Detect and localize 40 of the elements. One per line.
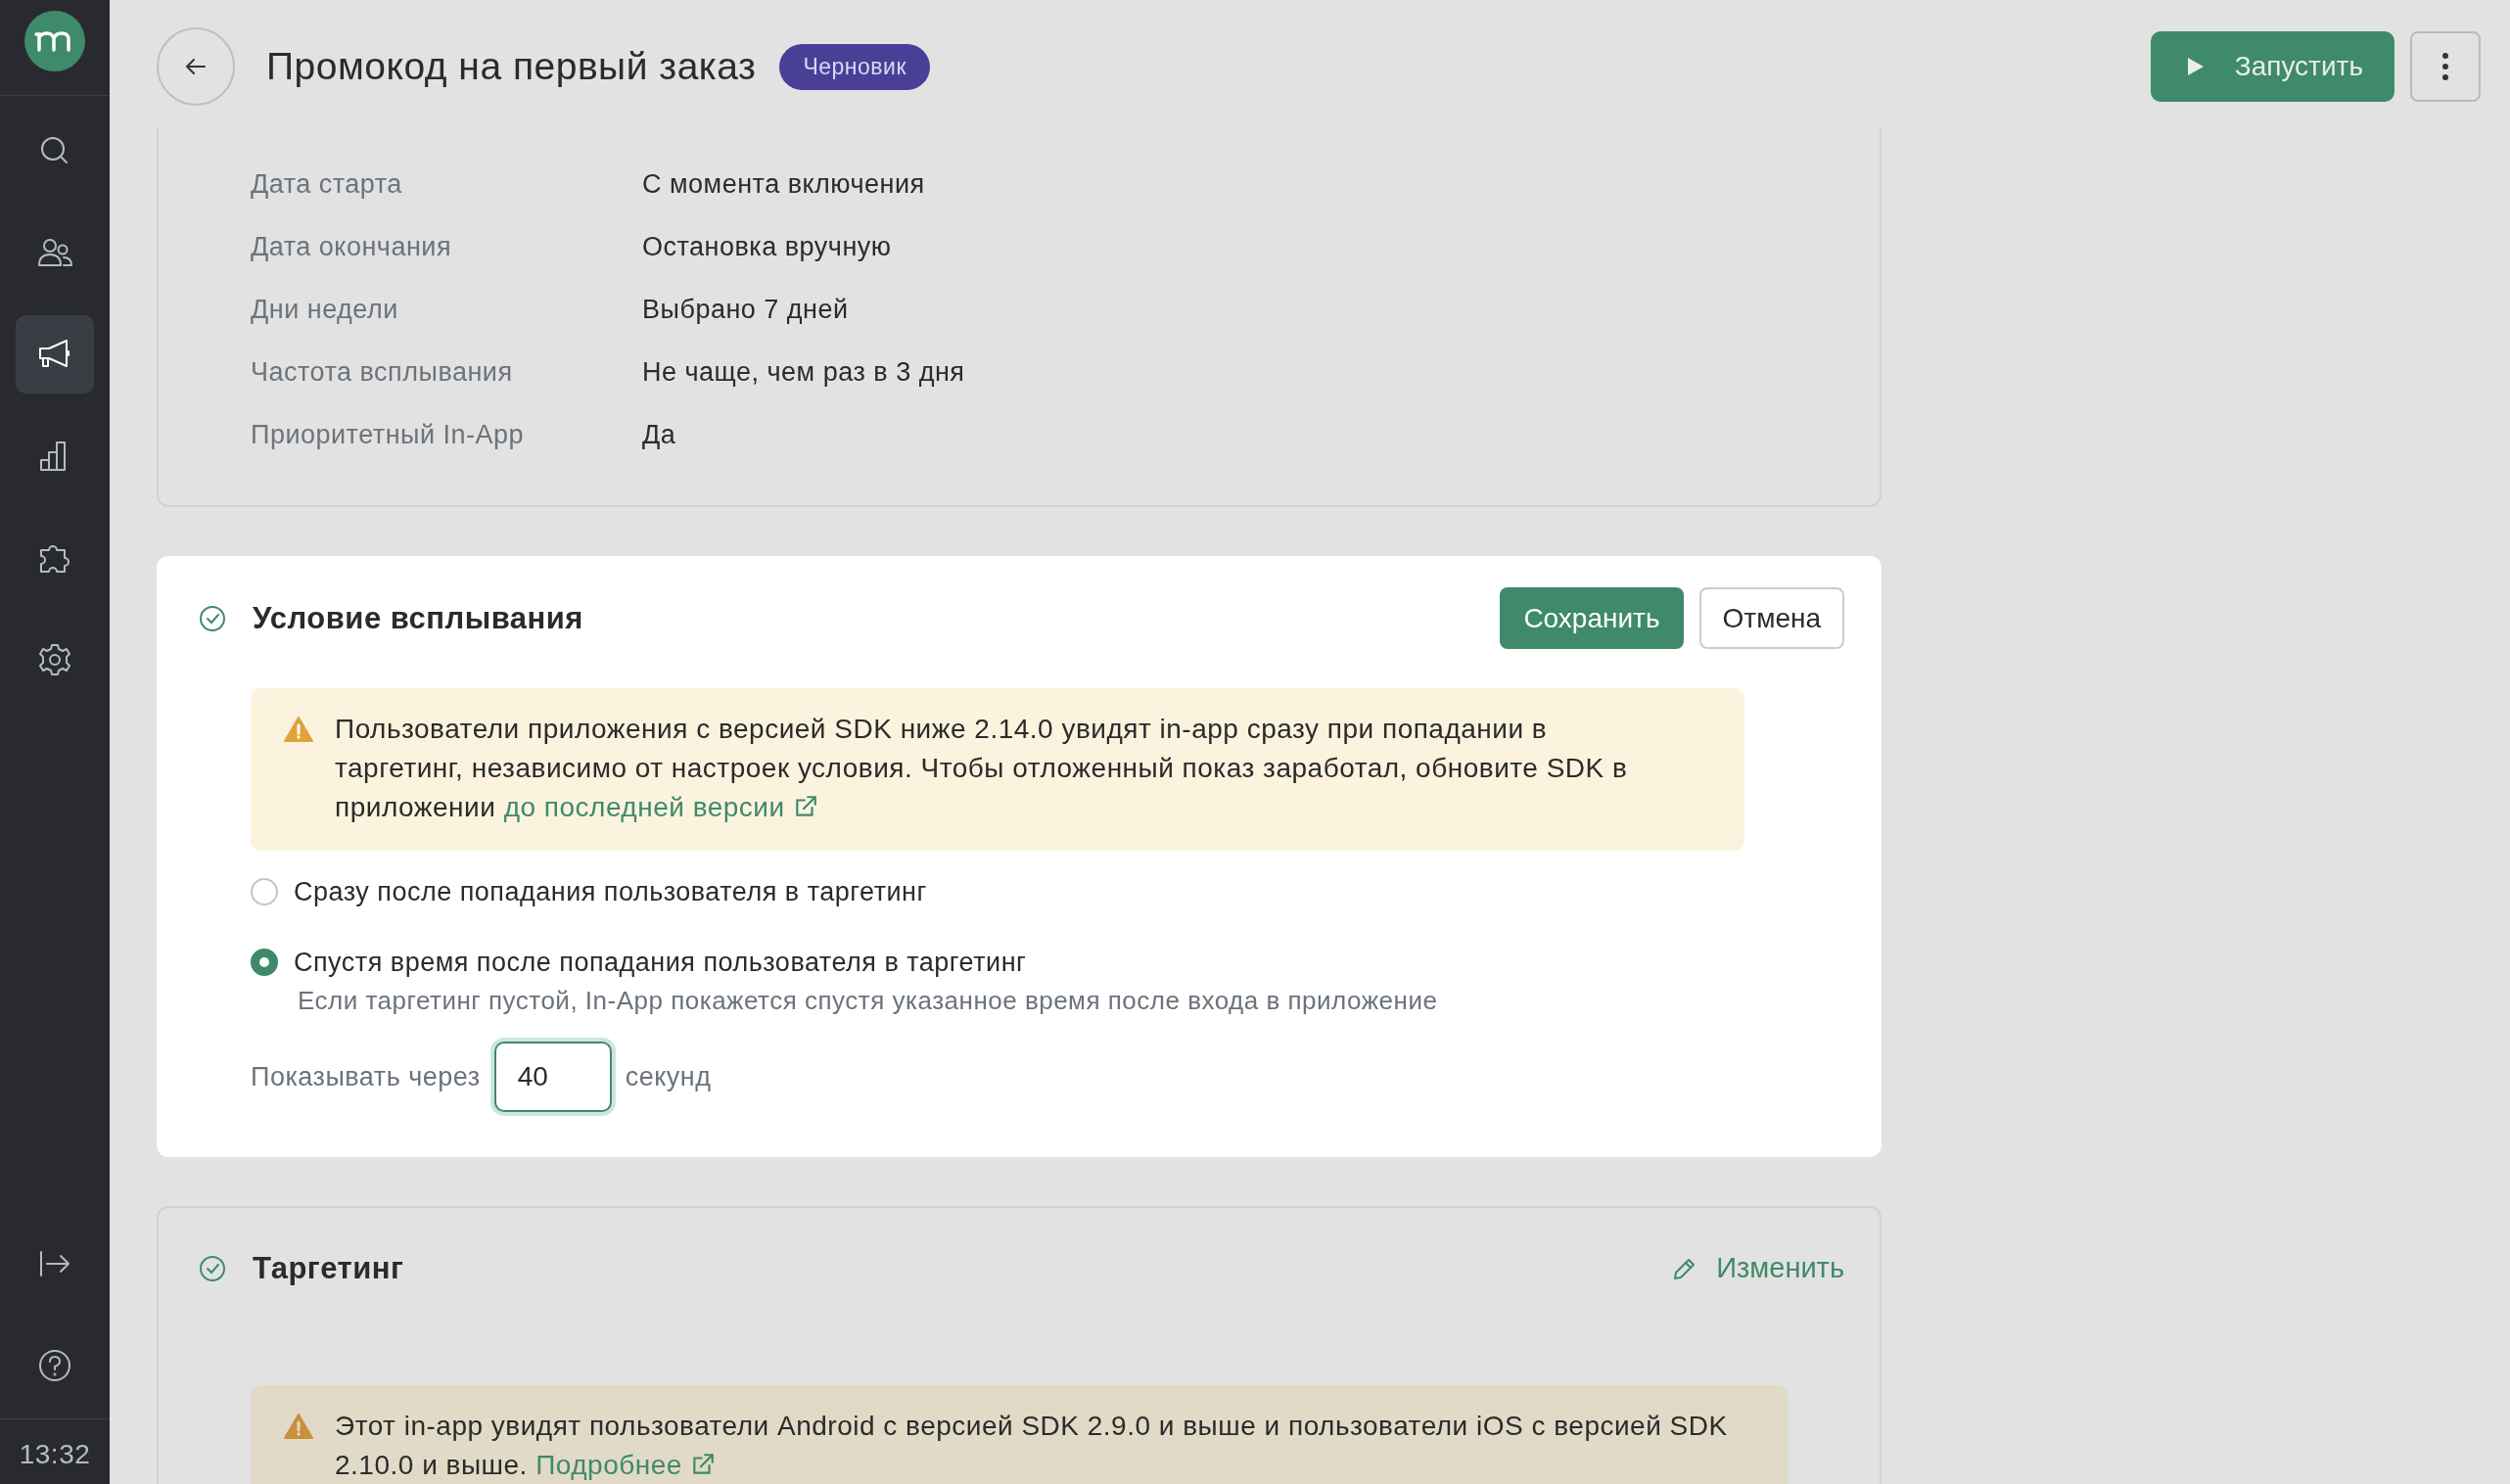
- field-label: Дни недели: [251, 294, 399, 325]
- run-button[interactable]: Запустить: [2150, 31, 2394, 102]
- save-button[interactable]: Сохранить: [1500, 587, 1684, 649]
- check-icon: [198, 603, 227, 633]
- field-value: Выбрано 7 дней: [642, 294, 849, 325]
- clock-time: 13:32: [0, 1418, 110, 1484]
- check-icon: [198, 1253, 227, 1283]
- alert-text: Этот in-app увидят пользователи Android с версией SDK 2.9.0 и выше и пользователи iOS с версией SDK 2.10.0 и выше. Подробнее: [335, 1410, 1729, 1482]
- input-field[interactable]: 40: [493, 1042, 612, 1112]
- field-value: Остановка вручную: [642, 231, 892, 262]
- link[interactable]: до последней версии: [503, 792, 818, 822]
- option-hint: Если таргетинг пустой, In-App покажется спустя указанное время после входа в приложение: [298, 986, 1439, 1016]
- field-label: Показывать через: [251, 1061, 481, 1092]
- field-label: Частота всплывания: [251, 356, 514, 388]
- cancel-button[interactable]: Отмена: [1698, 587, 1844, 649]
- alert-text: Пользователи приложения с версией SDK ниже 2.14.0 увидят in-app сразу при попадании в таргетинг, независимо от настроек условия. Чтобы отложенный показ заработал, обновите SDK в приложении до последней версии: [335, 713, 1629, 824]
- edit-button[interactable]: Изменить: [1671, 1252, 1844, 1284]
- page-title: Промокод на первый заказ: [266, 45, 757, 88]
- option-label: Спустя время после попадания пользователя в таргетинг: [294, 947, 1027, 978]
- logo-icon[interactable]: [24, 10, 85, 71]
- field-value: С момента включения: [642, 168, 925, 200]
- radio-button[interactable]: [251, 949, 278, 976]
- more-icon: [2441, 52, 2449, 81]
- option-label: Сразу после попадания пользователя в таргетинг: [294, 876, 927, 907]
- link[interactable]: Подробнее: [535, 1450, 717, 1480]
- play-icon: [2185, 56, 2206, 77]
- section-title: Условие всплывания: [253, 600, 583, 636]
- radio-button[interactable]: [251, 878, 278, 905]
- sidebar-item[interactable]: [16, 315, 94, 394]
- field-label: Дата окончания: [251, 231, 453, 262]
- warning-icon: [284, 1413, 313, 1440]
- section-title: Таргетинг: [253, 1250, 404, 1286]
- external-link-icon: [690, 1452, 717, 1477]
- field-value: Не чаще, чем раз в 3 дня: [642, 356, 965, 388]
- field-label: Дата старта: [251, 168, 403, 200]
- unit-label: секунд: [625, 1061, 712, 1092]
- warning-icon: [284, 716, 313, 743]
- field-value: Да: [642, 419, 676, 450]
- status-badge: Черновик: [779, 43, 930, 90]
- field-label: Приоритетный In-App: [251, 419, 526, 450]
